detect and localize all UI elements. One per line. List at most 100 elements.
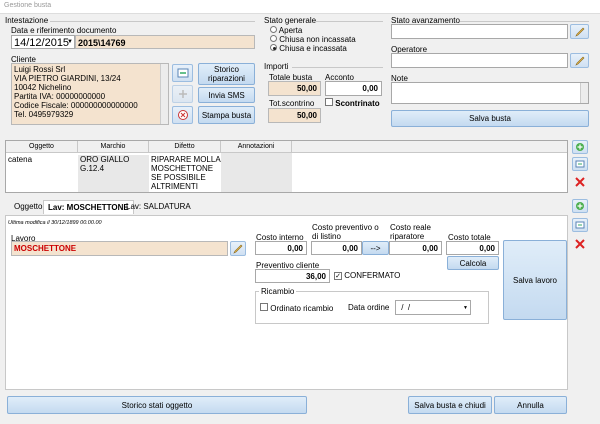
radio-button[interactable]	[270, 26, 277, 33]
add-oggetto-button[interactable]	[572, 140, 588, 154]
confermato-checkbox[interactable]: ✓ CONFERMATO	[334, 271, 400, 280]
storico-stati-oggetto-button[interactable]: Storico stati oggetto	[7, 396, 307, 414]
salva-lavoro-button[interactable]: Salva lavoro	[503, 240, 567, 320]
chevron-down-icon: ▼	[463, 305, 468, 311]
lavoro-value: MOSCHETTONE	[14, 244, 77, 253]
cliente-text: Luigi Rossi Srl VIA PIETRO GIARDINI, 13/…	[14, 65, 138, 119]
radio-label: Chiusa non incassata	[279, 35, 356, 44]
calcola-button[interactable]: Calcola	[447, 256, 499, 270]
tot-scontrino-field[interactable]: 50,00	[268, 108, 321, 123]
delete-x-icon	[575, 177, 585, 187]
delete-oggetto-button[interactable]	[572, 175, 588, 189]
edit-icon	[575, 221, 585, 229]
column-header-difetto[interactable]: Difetto	[149, 141, 221, 153]
divider	[460, 21, 589, 22]
edit-icon	[575, 160, 585, 168]
cell-difetto: RIPARARE MOLLA MOSCHETTONE SE POSSIBILE …	[151, 155, 221, 191]
edit-lavoro-button[interactable]	[572, 218, 588, 232]
chevron-down-icon: ▼	[67, 39, 73, 45]
radio-button-selected[interactable]	[270, 44, 277, 51]
stampa-busta-button[interactable]: Stampa busta	[198, 106, 255, 124]
scontrinato-label: Scontrinato	[335, 99, 380, 108]
data-ordine-value: / /	[399, 303, 411, 312]
delete-cliente-button[interactable]	[172, 106, 193, 124]
edit-pencil-icon	[574, 56, 584, 66]
costo-reale-label: Costo reale riparatore	[390, 223, 431, 241]
edit-oggetto-button[interactable]	[572, 157, 588, 171]
stato-generale-label: Stato generale	[264, 16, 317, 25]
edit-cliente-button[interactable]	[172, 64, 193, 82]
ordinato-label: Ordinato ricambio	[270, 304, 334, 313]
storico-riparazioni-button[interactable]: Storico riparazioni	[198, 63, 255, 85]
divider	[50, 21, 255, 22]
salva-busta-chiudi-button[interactable]: Salva busta e chiudi	[408, 396, 492, 414]
date-field[interactable]: 14/12/2015 ▼	[11, 35, 75, 49]
table-row[interactable]: catena ORO GIALLO G.12.4 RIPARARE MOLLA …	[6, 153, 292, 192]
tab-lav-moschettone[interactable]: Lav: MOSCHETTONE	[43, 200, 134, 214]
header-filler	[292, 141, 567, 153]
stato-avanzamento-field[interactable]	[391, 24, 568, 39]
add-icon	[178, 90, 187, 98]
new-cliente-button[interactable]	[172, 85, 193, 103]
costo-preventivo-label: Costo preventivo o di listino	[312, 223, 379, 241]
last-modified: Ultima modifica il 30/12/1899 00.00.00	[8, 220, 102, 226]
costo-reale-field[interactable]: 0,00	[389, 241, 442, 255]
clear-icon	[177, 110, 188, 120]
edit-icon	[177, 68, 188, 78]
scrollbar[interactable]	[580, 83, 588, 103]
ref-value: 2015\14769	[78, 38, 126, 48]
salva-busta-button[interactable]: Salva busta	[391, 110, 589, 127]
oggetti-table: Oggetto Marchio Difetto Annotazioni cate…	[5, 140, 568, 193]
radio-chiusa-incassata[interactable]: Chiusa e incassata	[270, 44, 347, 53]
annulla-button[interactable]: Annulla	[494, 396, 567, 414]
add-green-icon	[576, 202, 584, 210]
radio-button[interactable]	[270, 35, 277, 42]
invia-sms-button[interactable]: Invia SMS	[198, 87, 255, 103]
divider	[292, 67, 383, 68]
costo-preventivo-field[interactable]: 0,00	[311, 241, 362, 255]
tab-lav-saldatura[interactable]: Lav: SALDATURA	[122, 200, 195, 214]
note-field[interactable]	[391, 82, 589, 104]
select-stato-button[interactable]	[570, 24, 589, 39]
radio-aperta[interactable]: Aperta	[270, 26, 302, 35]
scrollbar[interactable]	[160, 64, 168, 124]
column-header-oggetto[interactable]: Oggetto	[6, 141, 78, 153]
radio-label: Chiusa e incassata	[279, 44, 347, 53]
costo-totale-field[interactable]: 0,00	[446, 241, 499, 255]
radio-chiusa-non-incassata[interactable]: Chiusa non incassata	[270, 35, 356, 44]
data-ordine-label: Data ordine	[348, 303, 390, 312]
select-operatore-button[interactable]	[570, 53, 589, 68]
totale-busta-field[interactable]: 50,00	[268, 81, 321, 96]
delete-lavoro-button[interactable]	[572, 237, 588, 251]
delete-x-icon	[575, 239, 585, 249]
intestazione-label: Intestazione	[5, 16, 49, 25]
divider	[316, 21, 383, 22]
operatore-field[interactable]	[391, 53, 568, 68]
date-label: Data e riferimento documento	[11, 26, 117, 35]
checkbox[interactable]	[260, 303, 268, 311]
edit-pencil-icon	[233, 244, 243, 254]
cell-annotazioni	[221, 153, 292, 192]
cliente-field[interactable]: Luigi Rossi Srl VIA PIETRO GIARDINI, 13/…	[11, 63, 169, 125]
cell-marchio: ORO GIALLO G.12.4	[78, 155, 149, 192]
ref-field[interactable]: 2015\14769	[75, 35, 255, 49]
preventivo-cliente-field[interactable]: 36,00	[255, 269, 330, 283]
select-lavoro-button[interactable]	[230, 241, 246, 256]
checkbox-checked[interactable]: ✓	[334, 272, 342, 280]
add-lavoro-button[interactable]	[572, 199, 588, 213]
copy-cost-arrow-button[interactable]: -->	[362, 241, 389, 255]
lavoro-field[interactable]: MOSCHETTONE	[11, 241, 228, 256]
scontrinato-checkbox[interactable]: Scontrinato	[325, 98, 380, 108]
ordinato-ricambio-checkbox[interactable]: Ordinato ricambio	[260, 303, 333, 313]
date-value: 14/12/2015	[14, 37, 70, 49]
acconto-field[interactable]: 0,00	[325, 81, 382, 96]
column-header-marchio[interactable]: Marchio	[78, 141, 149, 153]
radio-label: Aperta	[278, 26, 303, 35]
checkbox[interactable]	[325, 98, 333, 106]
tab-oggetto[interactable]: Oggetto	[10, 200, 46, 214]
data-ordine-field[interactable]: / / ▼	[395, 300, 471, 315]
confermato-label: CONFERMATO	[344, 271, 401, 280]
column-header-annotazioni[interactable]: Annotazioni	[221, 141, 292, 153]
ricambio-label: Ricambio	[259, 287, 297, 296]
costo-interno-field[interactable]: 0,00	[255, 241, 307, 255]
